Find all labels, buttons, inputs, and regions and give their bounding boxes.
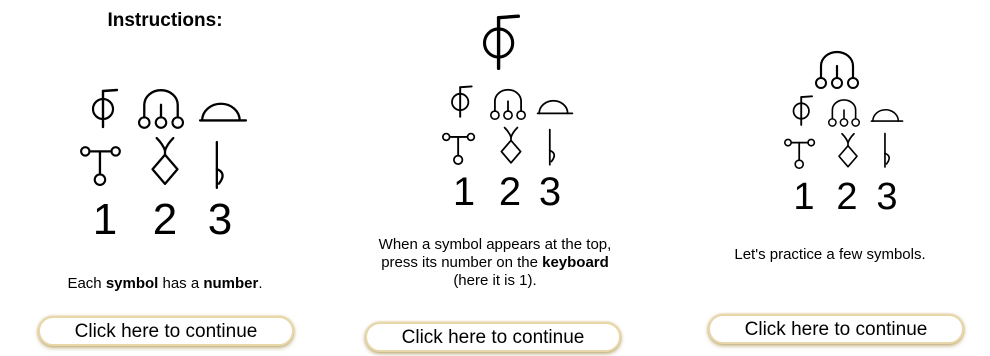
three-circles-arch-symbol-icon: [827, 99, 861, 127]
number-3: 3: [876, 176, 898, 218]
instruction-caption: When a symbol appears at the top, press …: [378, 236, 612, 289]
flat-hook-symbol-icon: [884, 132, 891, 168]
three-circle-post-symbol-icon: [441, 132, 476, 166]
continue-button[interactable]: Click here to continue: [38, 316, 294, 346]
instructions-title: Instructions:: [107, 10, 223, 31]
instructions-panel-1: Instructions: 1 2 3 Each symbol has a nu…: [0, 0, 330, 356]
number-1: 1: [452, 170, 476, 214]
diamond-horns-symbol-icon: [838, 132, 858, 168]
half-dome-symbol-icon: [536, 99, 574, 115]
continue-button[interactable]: Click here to continue: [708, 314, 964, 344]
instructions-panel-2: 1 2 3 When a symbol appears at the top, …: [330, 0, 660, 356]
half-dome-symbol-icon: [198, 102, 248, 122]
three-circles-arch-symbol-icon: [489, 88, 527, 121]
phi-hook-symbol-icon: [91, 88, 119, 129]
instructions-panel-3: 1 2 3 Let's practice a few symbols. Clic…: [660, 0, 990, 356]
continue-button[interactable]: Click here to continue: [365, 322, 621, 352]
number-3: 3: [538, 170, 562, 214]
phi-hook-symbol-icon: [792, 95, 813, 126]
three-circle-post-symbol-icon: [783, 138, 816, 170]
flat-hook-symbol-icon: [215, 140, 224, 189]
three-circle-post-symbol-icon: [79, 146, 122, 187]
target-three-circles-arch-symbol-icon: [814, 50, 860, 90]
flat-hook-symbol-icon: [548, 128, 556, 166]
phi-hook-symbol-icon: [451, 85, 473, 118]
number-3: 3: [207, 195, 233, 244]
number-2: 2: [152, 195, 178, 244]
target-phi-hook-symbol-icon: [482, 14, 521, 71]
three-circles-arch-symbol-icon: [137, 89, 185, 129]
number-2: 2: [498, 170, 522, 214]
instruction-caption: Let's practice a few symbols.: [734, 246, 926, 263]
half-dome-symbol-icon: [870, 108, 904, 122]
diamond-horns-symbol-icon: [500, 126, 522, 164]
number-2: 2: [836, 176, 858, 218]
number-1: 1: [793, 176, 815, 218]
instruction-caption: Each symbol has a number.: [67, 275, 263, 292]
diamond-horns-symbol-icon: [151, 136, 179, 185]
number-1: 1: [92, 195, 118, 244]
